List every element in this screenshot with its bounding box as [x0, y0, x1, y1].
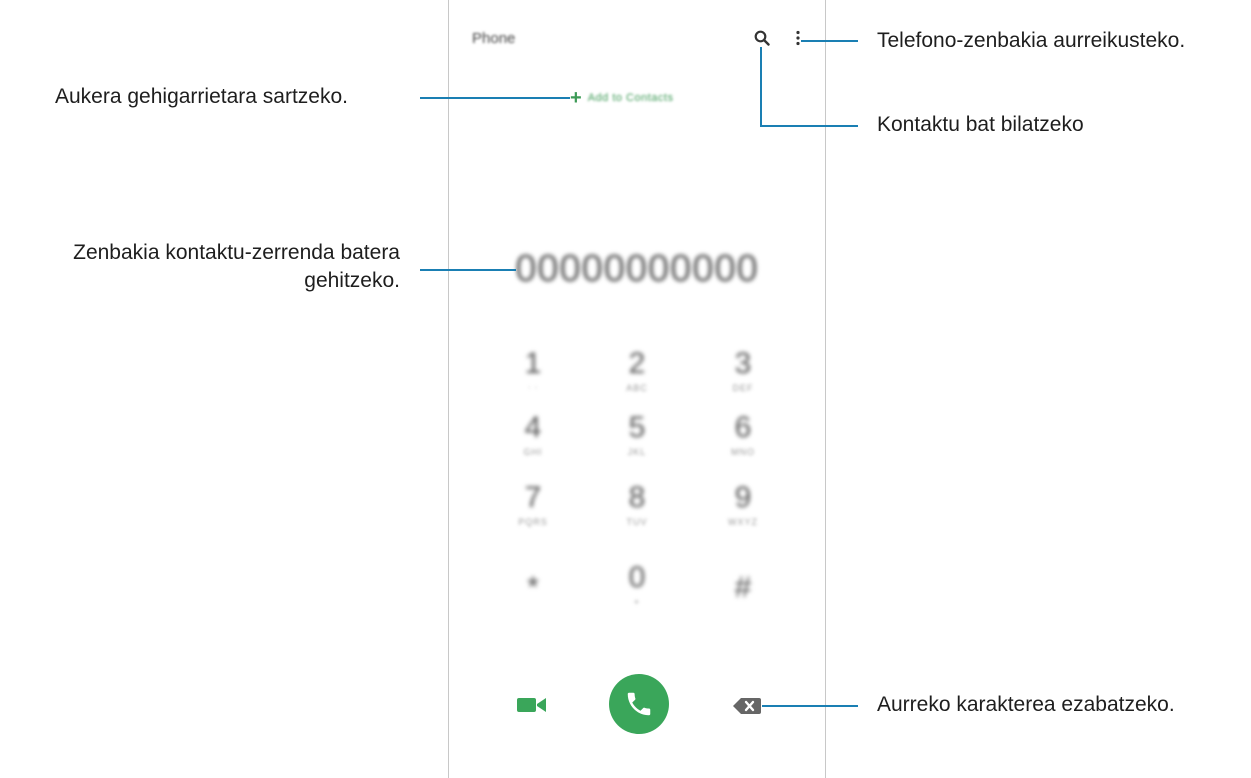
app-title: Phone [472, 30, 516, 47]
callout-number-display: Zenbakia kontaktu-zerrenda batera gehitz… [8, 239, 400, 295]
dialpad-key-8[interactable]: 8 TUV [602, 480, 672, 528]
dialpad-key-4[interactable]: 4 GHI [498, 410, 568, 458]
phone-call-icon [627, 692, 651, 716]
key-digit: 1 [524, 347, 542, 380]
dialpad-key-7[interactable]: 7 PQRS [498, 480, 568, 528]
number-display[interactable]: 00000000000 [506, 248, 768, 291]
call-button[interactable] [609, 674, 669, 734]
key-digit: 8 [628, 481, 646, 514]
callout-line-backspace [762, 705, 858, 707]
key-letters: MNO [731, 447, 755, 457]
callout-more-options: Telefono-zenbakia aurreikusteko. [877, 29, 1186, 52]
key-digit: * [527, 571, 539, 604]
key-letters [498, 606, 568, 618]
callout-line-search-vertical [760, 47, 762, 126]
key-digit: 5 [628, 411, 646, 444]
key-digit: 7 [524, 481, 542, 514]
callout-line-more-options [801, 40, 858, 42]
add-to-contacts-button[interactable]: + Add to Contacts [570, 86, 673, 110]
callout-search: Kontaktu bat bilatzeko [877, 113, 1084, 136]
callout-backspace: Aurreko karakterea ezabatzeko. [877, 693, 1175, 716]
dialpad-key-hash[interactable]: # [708, 570, 778, 618]
more-options-icon[interactable] [795, 30, 801, 46]
key-digit: 9 [734, 481, 752, 514]
dialpad-key-9[interactable]: 9 WXYZ [708, 480, 778, 528]
dialpad-key-star[interactable]: * [498, 570, 568, 618]
dialpad-key-3[interactable]: 3 DEF [708, 346, 778, 394]
callout-line-number-display [420, 269, 516, 271]
dialpad-key-1[interactable]: 1 ᐧ ᐧ [498, 346, 568, 394]
key-letters: JKL [627, 447, 647, 457]
callout-number-display-line2: gehitzeko. [304, 269, 400, 292]
dialpad-key-6[interactable]: 6 MNO [708, 410, 778, 458]
key-letters [708, 606, 778, 618]
key-letters: ABC [626, 383, 648, 393]
backspace-icon[interactable] [732, 696, 762, 716]
key-letters: WXYZ [728, 517, 758, 527]
dialpad-key-0[interactable]: 0 + [602, 560, 672, 608]
key-digit: 3 [734, 347, 752, 380]
key-digit: 6 [734, 411, 752, 444]
plus-icon: + [570, 87, 582, 109]
callout-line-search [760, 125, 858, 127]
dialpad-key-2[interactable]: 2 ABC [602, 346, 672, 394]
callout-line-add-number [420, 97, 570, 99]
callout-number-display-line1: Zenbakia kontaktu-zerrenda batera [73, 241, 400, 264]
key-letters: TUV [626, 517, 648, 527]
key-digit: 0 [628, 561, 646, 594]
search-icon[interactable] [754, 30, 770, 46]
key-letters: PQRS [518, 517, 548, 527]
key-digit: 4 [524, 411, 542, 444]
key-letters: + [633, 597, 641, 607]
key-letters: DEF [732, 383, 754, 393]
dialpad-key-5[interactable]: 5 JKL [602, 410, 672, 458]
video-call-icon[interactable] [516, 695, 548, 715]
key-digit: # [734, 571, 752, 604]
key-digit: 2 [628, 347, 646, 380]
key-letters: ᐧ ᐧ [527, 383, 539, 393]
add-to-contacts-label: Add to Contacts [587, 92, 674, 104]
callout-add-number: Aukera gehigarrietara sartzeko. [55, 85, 348, 108]
key-letters: GHI [523, 447, 543, 457]
